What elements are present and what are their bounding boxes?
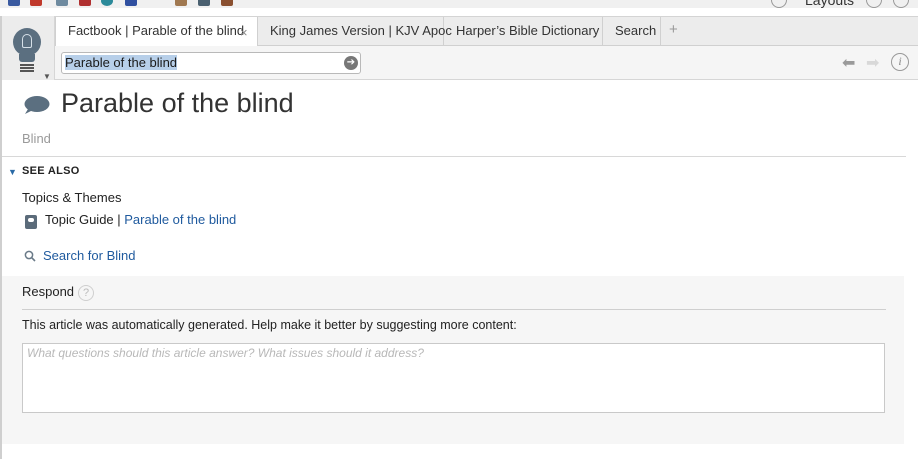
tab-harpers[interactable]: Harper’s Bible Dictionary [444,17,603,46]
toolbar-icon[interactable] [198,0,210,6]
chevron-down-icon[interactable]: ▼ [43,72,51,81]
divider [22,309,886,310]
search-icon [24,250,36,262]
tab-label: King James Version | KJV Apoc [270,23,452,38]
toolbar-icon[interactable] [175,0,187,6]
collapse-caret-icon[interactable]: ▼ [8,167,17,177]
tab-label: Factbook | Parable of the blind [68,23,245,38]
lightbulb-base-icon [19,54,35,62]
tab-label: Search [615,23,657,38]
close-tab-icon[interactable]: × [240,25,248,40]
layouts-menu[interactable]: Layouts [805,0,854,8]
toolbar-icon[interactable] [101,0,113,6]
sync-icon[interactable] [771,0,787,8]
article-subtitle: Blind [22,131,51,146]
topic-guide-label: Topic Guide | [45,212,121,227]
go-arrow-icon[interactable]: ➔ [344,56,358,70]
tab-search[interactable]: Search [603,17,661,46]
info-icon[interactable]: i [891,53,909,71]
tab-label: Harper’s Bible Dictionary [456,23,600,38]
search-input-value: Parable of the blind [65,55,178,70]
search-input[interactable]: Parable of the blind [61,52,361,74]
toolbar-icon[interactable] [125,0,137,6]
topics-heading: Topics & Themes [22,190,122,205]
add-tab-button[interactable]: + [669,21,678,38]
panel-menu-icon[interactable] [20,64,34,72]
topic-guide-link[interactable]: Parable of the blind [124,212,236,227]
respond-heading: Respond [22,284,75,299]
toolbar-icon[interactable] [56,0,68,6]
tab-factbook[interactable]: Factbook | Parable of the blind [55,17,258,47]
divider [2,156,906,157]
speech-bubble-icon [24,96,50,114]
topic-guide-entry: Topic Guide | Parable of the blind [45,212,236,227]
auto-generated-notice: This article was automatically generated… [22,318,517,332]
topic-guide-icon [25,215,37,229]
close-icon[interactable] [866,0,882,8]
suggestion-textarea[interactable] [22,343,885,413]
lightbulb-filament-icon [22,34,32,48]
app-toolbar: Layouts [0,0,918,8]
tab-kjv[interactable]: King James Version | KJV Apoc [258,17,452,46]
see-also-heading[interactable]: SEE ALSO [22,165,80,177]
page-title: Parable of the blind [61,88,294,118]
toolbar-icon[interactable] [79,0,91,6]
window-edge [906,80,918,459]
toolbar-icon[interactable] [8,0,20,6]
toolbar-icon[interactable] [221,0,233,6]
search-for-link[interactable]: Search for Blind [43,248,136,263]
toolbar-icon[interactable] [30,0,42,6]
forward-arrow-icon[interactable]: ➡ [866,53,879,73]
question-icon[interactable]: ? [78,285,94,301]
back-arrow-icon[interactable]: ⬅ [842,53,855,73]
help-icon[interactable] [893,0,909,8]
